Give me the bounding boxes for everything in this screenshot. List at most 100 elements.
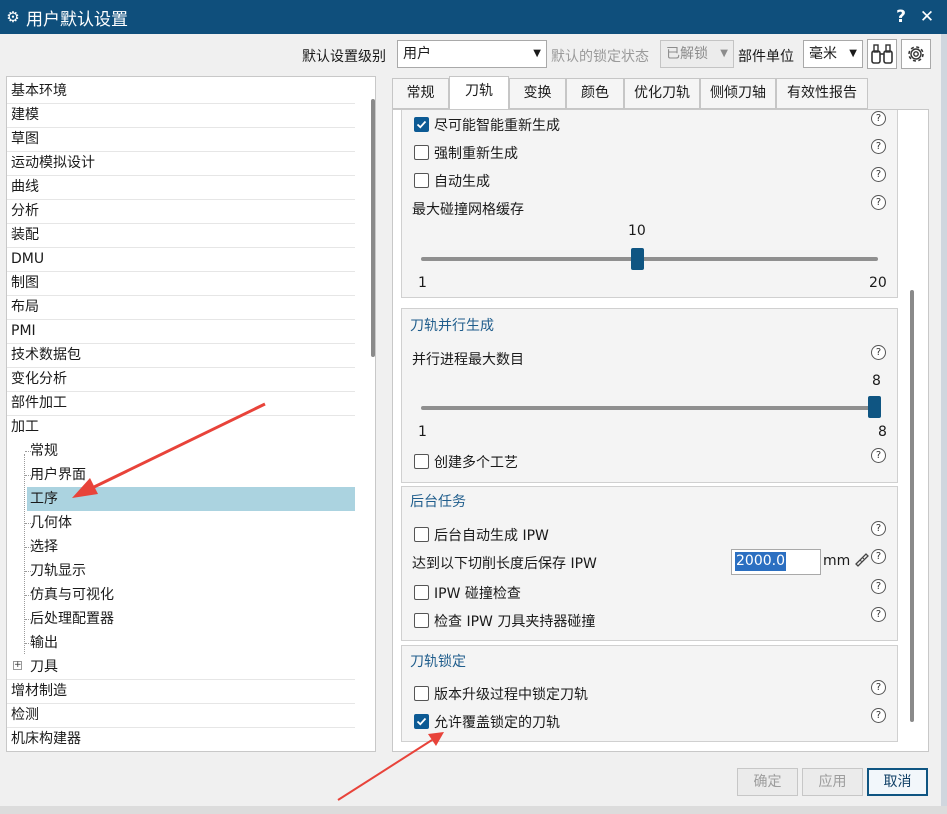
tree-item-geometry[interactable]: 几何体: [30, 511, 72, 535]
regen-group: 尽可能智能重新生成 ? 强制重新生成 ? 自动生成 ? 最大碰撞网格缓存 ? 1…: [401, 110, 898, 298]
smart-regen-checkbox[interactable]: [414, 117, 429, 132]
tree-item-tool[interactable]: 刀具: [30, 655, 58, 679]
help-button[interactable]: ?: [888, 0, 914, 34]
force-regen-checkbox[interactable]: [414, 145, 429, 160]
tree-item-operation[interactable]: 工序: [27, 487, 355, 511]
window-title: 用户默认设置: [26, 9, 128, 30]
lock-on-upgrade-label: 版本升级过程中锁定刀轨: [434, 687, 588, 703]
parallel-slider-min: 1: [418, 424, 427, 440]
tree-item-dmu[interactable]: DMU: [11, 247, 44, 271]
lock-state-label: 默认的锁定状态: [551, 49, 649, 65]
cancel-button[interactable]: 取消: [867, 768, 928, 796]
tree-scrollbar[interactable]: [371, 99, 375, 357]
tab-transform[interactable]: 变换: [509, 78, 566, 109]
help-icon[interactable]: ?: [871, 607, 886, 622]
tree-item-selection[interactable]: 选择: [30, 535, 58, 559]
cache-slider-track[interactable]: [421, 257, 878, 261]
tree-item-inspection[interactable]: 检测: [11, 703, 39, 727]
tab-validity-report[interactable]: 有效性报告: [776, 78, 868, 109]
parallel-slider-value: 8: [872, 373, 881, 389]
holder-collision-label: 检查 IPW 刀具夹持器碰撞: [434, 614, 596, 630]
help-icon[interactable]: ?: [871, 708, 886, 723]
tree-item-tdp[interactable]: 技术数据包: [11, 343, 81, 367]
tree-item-general[interactable]: 常规: [30, 439, 58, 463]
save-ipw-unit: mm: [823, 553, 851, 569]
lock-state-select[interactable]: 已解锁 ▼: [660, 40, 734, 68]
help-icon[interactable]: ?: [871, 521, 886, 536]
find-button[interactable]: [867, 39, 897, 69]
title-bar: ⚙ 用户默认设置 ? ✕: [0, 0, 947, 34]
help-icon[interactable]: ?: [871, 111, 886, 126]
ipw-collision-checkbox[interactable]: [414, 585, 429, 600]
tree-item-motion[interactable]: 运动模拟设计: [11, 151, 95, 175]
tab-color[interactable]: 颜色: [566, 78, 624, 109]
allow-override-label: 允许覆盖锁定的刀轨: [434, 715, 560, 731]
tree-item-curve[interactable]: 曲线: [11, 175, 39, 199]
tree-item-machine-builder[interactable]: 机床构建器: [11, 727, 81, 751]
expand-icon[interactable]: +: [13, 661, 22, 670]
tree-item-pmi[interactable]: PMI: [11, 319, 36, 343]
tree-item-postprocessor[interactable]: 后处理配置器: [30, 607, 114, 631]
cache-slider-min: 1: [418, 275, 427, 291]
help-icon[interactable]: ?: [871, 167, 886, 182]
tree-item-drafting[interactable]: 制图: [11, 271, 39, 295]
tree-item-machining[interactable]: 加工: [11, 415, 39, 439]
help-icon[interactable]: ?: [871, 139, 886, 154]
cache-slider-value: 10: [628, 223, 646, 239]
tree-item-ui[interactable]: 用户界面: [30, 463, 86, 487]
tab-optimize[interactable]: 优化刀轨: [624, 78, 700, 109]
auto-gen-label: 自动生成: [434, 174, 490, 190]
parallel-slider-thumb[interactable]: [867, 396, 881, 418]
tree-guide-line: [24, 454, 25, 654]
tree-item-analysis[interactable]: 分析: [11, 199, 39, 223]
help-icon[interactable]: ?: [871, 345, 886, 360]
holder-collision-checkbox[interactable]: [414, 613, 429, 628]
save-ipw-value: 2000.0: [735, 552, 786, 571]
help-icon[interactable]: ?: [871, 195, 886, 210]
save-ipw-input[interactable]: 2000.0: [731, 549, 821, 575]
tree-item-sketch[interactable]: 草图: [11, 127, 39, 151]
tree-item-modeling[interactable]: 建模: [11, 103, 39, 127]
checkmark-icon: [416, 120, 427, 129]
lock-title: 刀轨锁定: [410, 654, 466, 670]
tree-item-output[interactable]: 输出: [30, 631, 58, 655]
auto-ipw-checkbox[interactable]: [414, 527, 429, 542]
content-scrollbar[interactable]: [910, 290, 914, 722]
tab-general[interactable]: 常规: [392, 78, 449, 109]
ruler-icon[interactable]: [853, 550, 871, 572]
tree-item-part-mfg[interactable]: 部件加工: [11, 391, 67, 415]
parallel-slider-track[interactable]: [421, 406, 878, 410]
help-icon[interactable]: ?: [871, 448, 886, 463]
cache-slider-thumb[interactable]: [630, 248, 644, 270]
help-icon[interactable]: ?: [871, 549, 886, 564]
ok-button[interactable]: 确定: [737, 768, 798, 796]
help-icon[interactable]: ?: [871, 579, 886, 594]
save-ipw-label: 达到以下切削长度后保存 IPW: [412, 556, 597, 572]
tree-item-variation[interactable]: 变化分析: [11, 367, 67, 391]
tree-item-simulation[interactable]: 仿真与可视化: [30, 583, 114, 607]
close-button[interactable]: ✕: [914, 0, 940, 34]
background-window-edge: [0, 806, 947, 814]
level-select[interactable]: 用户 ▼: [397, 40, 547, 68]
tab-tilt-axis[interactable]: 侧倾刀轴: [700, 78, 776, 109]
parallel-slider-max: 8: [878, 424, 887, 440]
auto-gen-checkbox[interactable]: [414, 173, 429, 188]
tree-item-path-display[interactable]: 刀轨显示: [30, 559, 86, 583]
tab-toolpath[interactable]: 刀轨: [449, 76, 509, 110]
settings-content: 尽可能智能重新生成 ? 强制重新生成 ? 自动生成 ? 最大碰撞网格缓存 ? 1…: [392, 109, 929, 752]
unit-select[interactable]: 毫米 ▼: [803, 40, 863, 68]
tree-item-assembly[interactable]: 装配: [11, 223, 39, 247]
cache-slider-max: 20: [869, 275, 887, 291]
tree-item-additive[interactable]: 增材制造: [11, 679, 67, 703]
lock-on-upgrade-checkbox[interactable]: [414, 686, 429, 701]
settings-button[interactable]: [901, 39, 931, 69]
chevron-down-icon: ▼: [720, 48, 728, 59]
toolbar: 默认设置级别 用户 ▼ 默认的锁定状态 已解锁 ▼ 部件单位 毫米 ▼: [0, 34, 941, 76]
tree-item-layout[interactable]: 布局: [11, 295, 39, 319]
help-icon[interactable]: ?: [871, 680, 886, 695]
gear-icon: ⚙: [6, 8, 20, 26]
tree-item-basic-env[interactable]: 基本环境: [11, 79, 67, 103]
allow-override-checkbox[interactable]: [414, 714, 429, 729]
multi-op-checkbox[interactable]: [414, 454, 429, 469]
apply-button[interactable]: 应用: [802, 768, 863, 796]
